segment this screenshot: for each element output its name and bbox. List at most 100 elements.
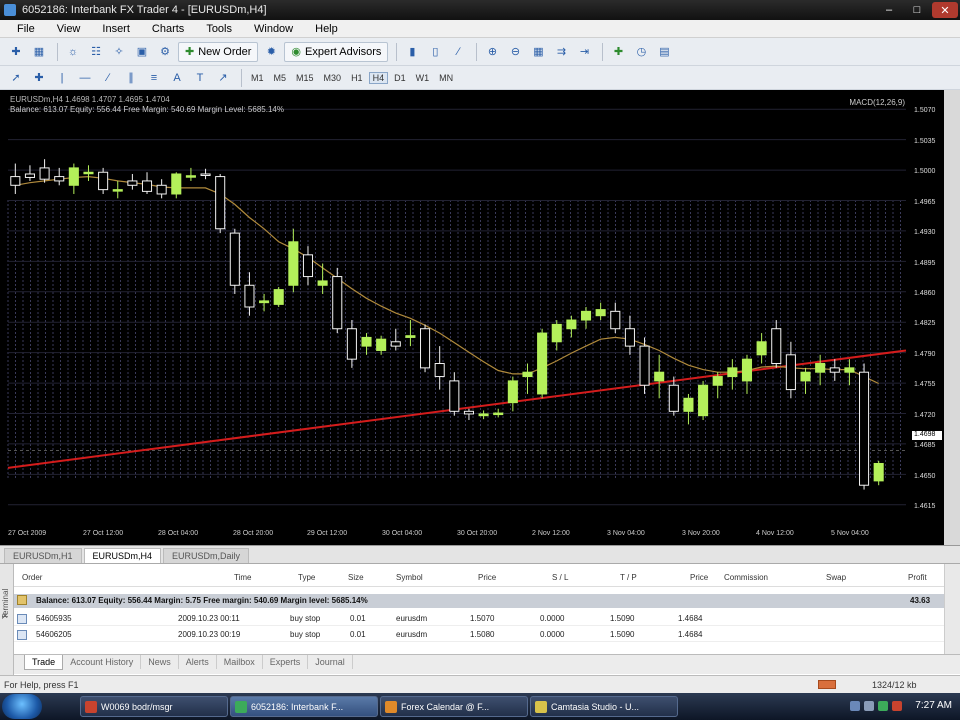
menu-insert[interactable]: Insert [91, 23, 141, 35]
zoom-in-icon[interactable]: ⊕ [482, 42, 502, 62]
fibonacci-icon[interactable]: ≡ [144, 68, 164, 88]
terminal-icon[interactable]: ▣ [132, 42, 152, 62]
tray-alert-icon[interactable] [892, 701, 902, 711]
tab-trade[interactable]: Trade [24, 655, 64, 670]
maximize-button[interactable]: □ [904, 2, 930, 18]
timeframe-w1[interactable]: W1 [412, 72, 434, 84]
auto-scroll-icon[interactable]: ⇉ [551, 42, 571, 62]
window-title: 6052186: Interbank FX Trader 4 - [EURUSD… [22, 4, 267, 16]
timeframe-m1[interactable]: M1 [247, 72, 268, 84]
order-time: 2009.10.23 00:19 [178, 630, 241, 639]
bar-chart-icon[interactable]: ▮ [402, 42, 422, 62]
order-current-price: 1.4684 [678, 630, 703, 639]
col-swap[interactable]: Swap [826, 573, 846, 582]
taskbar-item-camtasia[interactable]: Camtasia Studio - U... [530, 696, 678, 717]
metaeditor-icon[interactable]: ✹ [261, 42, 281, 62]
taskbar-clock[interactable]: 7:27 AM [915, 700, 952, 711]
taskbar-item-mt4[interactable]: 6052186: Interbank F... [230, 696, 378, 717]
tray-app-icon[interactable] [878, 701, 888, 711]
templates-icon[interactable]: ▤ [654, 42, 674, 62]
candlestick-icon[interactable]: ▯ [425, 42, 445, 62]
chart-tab-h1[interactable]: EURUSDm,H1 [4, 548, 82, 563]
profiles-icon[interactable]: ▦ [29, 42, 49, 62]
strategy-tester-icon[interactable]: ⚙ [155, 42, 175, 62]
tab-experts[interactable]: Experts [263, 655, 309, 669]
col-profit[interactable]: Profit [908, 573, 927, 582]
timeframe-d1[interactable]: D1 [390, 72, 410, 84]
candle-body [815, 363, 826, 373]
start-button[interactable] [2, 694, 42, 719]
chart-scrollbar[interactable] [944, 90, 960, 545]
line-chart-icon[interactable]: ∕ [448, 42, 468, 62]
timeframe-h4[interactable]: H4 [368, 71, 389, 84]
menu-tools[interactable]: Tools [195, 23, 243, 35]
periods-icon[interactable]: ◷ [631, 42, 651, 62]
market-watch-icon[interactable]: ☼ [63, 42, 83, 62]
col-commission[interactable]: Commission [724, 573, 768, 582]
zoom-out-icon[interactable]: ⊖ [505, 42, 525, 62]
crosshair-icon[interactable]: ✚ [29, 68, 49, 88]
chart-shift-icon[interactable]: ⇥ [574, 42, 594, 62]
price-axis-label: 1.4895 [914, 260, 936, 267]
col-current-price[interactable]: Price [690, 573, 708, 582]
timeframe-m15[interactable]: M15 [292, 72, 318, 84]
menu-charts[interactable]: Charts [141, 23, 195, 35]
candle-body [829, 367, 840, 373]
standard-toolbar: ✚ ▦ ☼ ☷ ✧ ▣ ⚙ ✚ New Order ✹ ◉ Expert Advis… [0, 38, 960, 66]
camtasia-icon [535, 700, 547, 713]
menu-help[interactable]: Help [304, 23, 349, 35]
text-tool-icon[interactable]: A [167, 68, 187, 88]
minimize-button[interactable]: – [876, 2, 902, 18]
horizontal-line-icon[interactable]: — [75, 68, 95, 88]
navigator-icon[interactable]: ✧ [109, 42, 129, 62]
new-chart-icon[interactable]: ✚ [6, 42, 26, 62]
timeframe-m5[interactable]: M5 [270, 72, 291, 84]
candle-body [624, 328, 635, 347]
tab-journal[interactable]: Journal [308, 655, 353, 669]
network-icon[interactable] [850, 701, 860, 711]
col-symbol[interactable]: Symbol [396, 573, 423, 582]
timeframe-h1[interactable]: H1 [347, 72, 367, 84]
tile-windows-icon[interactable]: ▦ [528, 42, 548, 62]
terminal-scrollbar[interactable] [944, 564, 960, 654]
tab-news[interactable]: News [141, 655, 179, 669]
tab-alerts[interactable]: Alerts [179, 655, 217, 669]
col-tp[interactable]: T / P [620, 573, 637, 582]
chart-tab-h4[interactable]: EURUSDm,H4 [83, 548, 162, 563]
col-time[interactable]: Time [234, 573, 251, 582]
label-tool-icon[interactable]: T [190, 68, 210, 88]
timeframe-m30[interactable]: M30 [320, 72, 346, 84]
menu-window[interactable]: Window [243, 23, 304, 35]
menu-file[interactable]: File [6, 23, 46, 35]
col-size[interactable]: Size [348, 573, 364, 582]
expert-advisors-button[interactable]: ◉ Expert Advisors [284, 41, 389, 62]
col-order[interactable]: Order [22, 573, 42, 582]
arrow-tool-icon[interactable]: ↗ [213, 68, 233, 88]
col-sl[interactable]: S / L [552, 573, 568, 582]
menu-view[interactable]: View [46, 23, 92, 35]
new-order-button[interactable]: ✚ New Order [178, 41, 259, 62]
tab-mailbox[interactable]: Mailbox [217, 655, 263, 669]
indicators-icon[interactable]: ✚ [608, 42, 628, 62]
timeframe-mn[interactable]: MN [435, 72, 457, 84]
vertical-line-icon[interactable]: | [52, 68, 72, 88]
col-type[interactable]: Type [298, 573, 315, 582]
col-price[interactable]: Price [478, 573, 496, 582]
trendline-icon[interactable]: ∕ [98, 68, 118, 88]
channel-icon[interactable]: ∥ [121, 68, 141, 88]
table-row[interactable]: 54606205 2009.10.23 00:19 buy stop 0.01 … [14, 628, 944, 642]
chart-window[interactable]: EURUSDm,H4 1.4698 1.4707 1.4695 1.4704 B… [0, 90, 960, 545]
taskbar-item-messenger[interactable]: W0069 bodr/msgr [80, 696, 228, 717]
data-window-icon[interactable]: ☷ [86, 42, 106, 62]
chart-tab-daily[interactable]: EURUSDm,Daily [163, 548, 250, 563]
table-row[interactable]: 54605935 2009.10.23 00:11 buy stop 0.01 … [14, 612, 944, 626]
close-button[interactable]: ✕ [932, 2, 958, 18]
time-axis-label: 27 Oct 12:00 [83, 530, 124, 537]
taskbar-item-forex-calendar[interactable]: Forex Calendar @ F... [380, 696, 528, 717]
volume-icon[interactable] [864, 701, 874, 711]
cursor-icon[interactable]: ➚ [6, 68, 26, 88]
order-symbol: eurusdm [396, 630, 428, 639]
candlestick-chart[interactable] [0, 90, 944, 545]
candle-body [10, 176, 21, 186]
tab-account-history[interactable]: Account History [63, 655, 142, 669]
